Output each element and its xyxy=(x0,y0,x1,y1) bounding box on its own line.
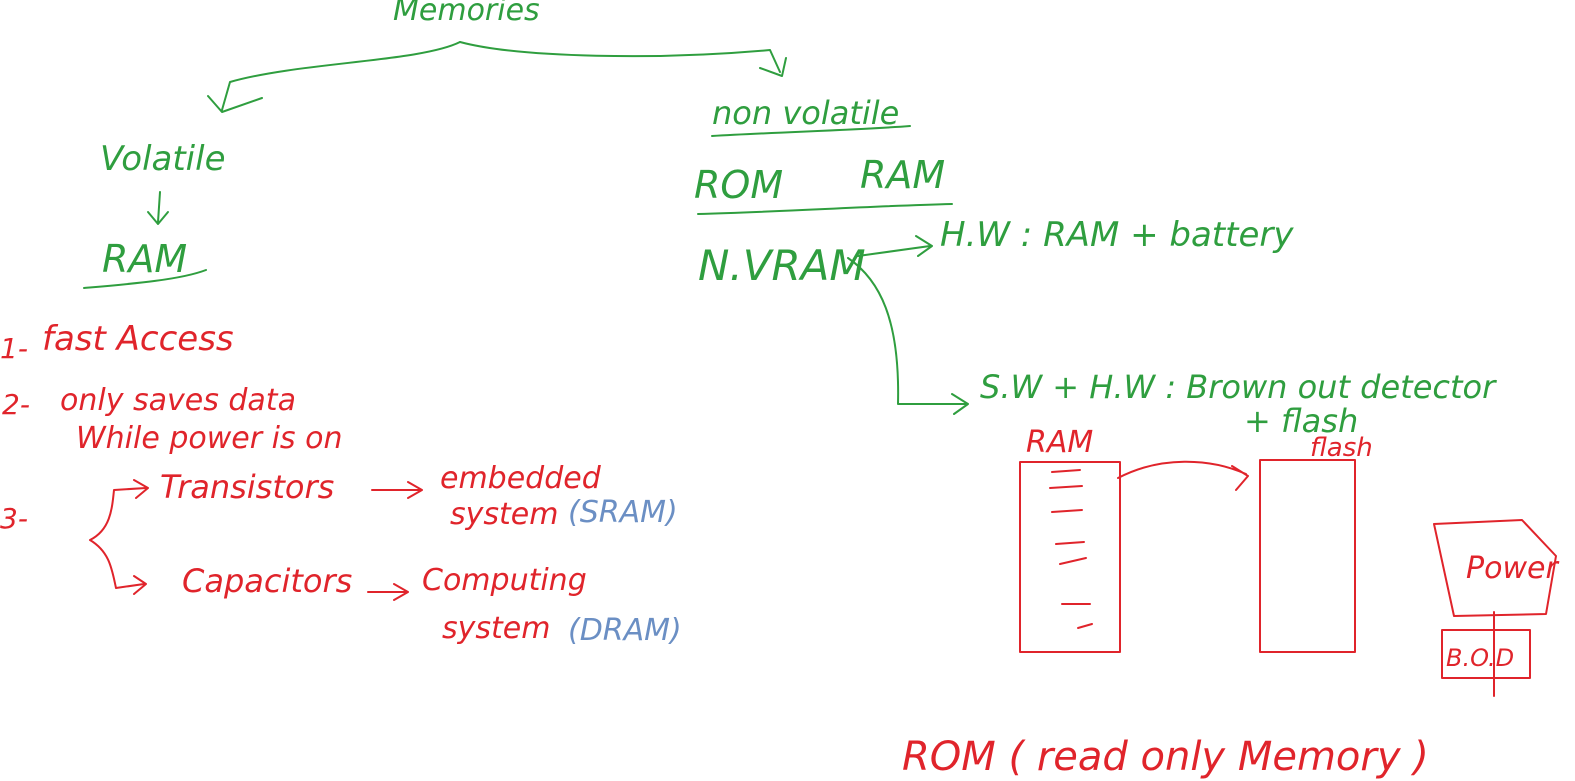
dram-label: (DRAM) xyxy=(568,613,682,648)
capacitors-label: Capacitors xyxy=(182,562,352,600)
property-1-number: 1- xyxy=(0,332,28,365)
brace-arrow-right xyxy=(459,41,787,77)
flash-box-label: flash xyxy=(1310,433,1373,463)
property-1-text: fast Access xyxy=(42,319,234,359)
property-3-brace xyxy=(89,479,149,595)
nvram-hw-text: H.W : RAM + battery xyxy=(940,215,1294,255)
whiteboard-canvas: Memories Volatile RAM non volatile ROM R… xyxy=(0,0,1559,780)
property-3-number: 3- xyxy=(0,502,28,535)
capacitors-arrow xyxy=(367,583,409,601)
bod-label: B.O.D xyxy=(1446,644,1514,672)
nvram-swhw-text: S.W + H.W : Brown out detector xyxy=(980,368,1497,406)
nvram-hw-arrow xyxy=(857,235,933,257)
transistors-label: Transistors xyxy=(160,468,334,506)
volatile-ram-label: RAM xyxy=(102,237,187,281)
root-label-memories: Memories xyxy=(393,0,540,28)
ram-box xyxy=(1019,461,1121,653)
ram-box-label: RAM xyxy=(1026,425,1093,460)
transistors-arrow xyxy=(371,481,423,499)
embedded-line1: embedded xyxy=(440,461,602,496)
power-label: Power xyxy=(1466,551,1559,586)
computing-line1: Computing xyxy=(422,563,587,598)
flash-box xyxy=(1259,459,1356,653)
property-2-number: 2- xyxy=(2,388,30,421)
embedded-line2: system xyxy=(450,497,558,532)
nonvolatile-ram: RAM xyxy=(860,153,945,197)
ram-to-flash-arrow xyxy=(1117,460,1249,491)
computing-line2: system xyxy=(442,611,550,646)
sram-label: (SRAM) xyxy=(568,495,678,530)
brace-arrow-left xyxy=(207,41,461,113)
property-2-line2: While power is on xyxy=(76,421,342,456)
nvram-label: N.VRAM xyxy=(698,241,866,290)
nonvolatile-rom: ROM xyxy=(694,163,783,207)
property-2-line1: only saves data xyxy=(60,383,296,418)
volatile-label: Volatile xyxy=(100,139,226,179)
volatile-down-arrow xyxy=(147,191,169,225)
nvram-swhw-arrow xyxy=(847,257,969,415)
nonvolatile-label: non volatile xyxy=(712,94,899,132)
ram-data-lines xyxy=(1049,469,1093,629)
rom-note: ROM ( read only Memory ) xyxy=(902,734,1429,780)
